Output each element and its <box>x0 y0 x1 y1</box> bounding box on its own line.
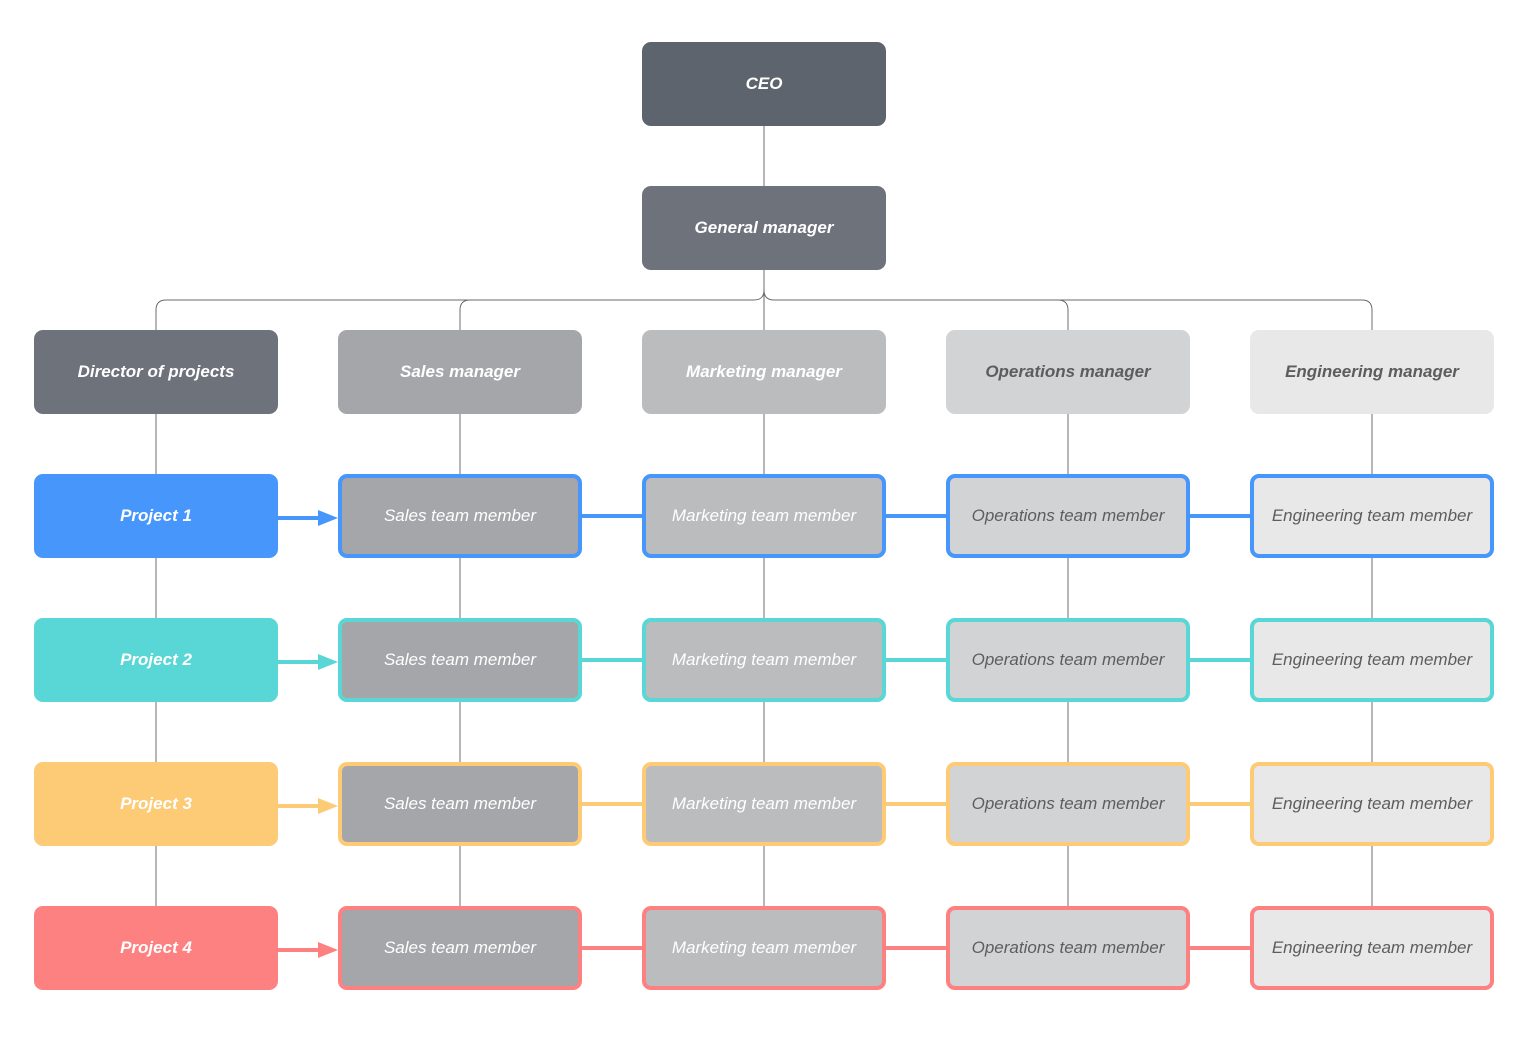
sales-manager-node[interactable]: Sales manager <box>338 330 582 414</box>
manager-label: Engineering manager <box>1285 362 1459 381</box>
project-4-node[interactable]: Project 4 <box>34 906 278 990</box>
project-3-node[interactable]: Project 3 <box>34 762 278 846</box>
director-of-projects-node[interactable]: Director of projects <box>34 330 278 414</box>
project-label: Project 4 <box>120 938 192 957</box>
arrowhead-icon <box>318 510 338 526</box>
member-label: Sales team member <box>383 650 537 669</box>
gm-to-director-connector <box>155 289 765 330</box>
sales-team-member-node[interactable]: Sales team member <box>338 618 582 702</box>
operations-team-member-node[interactable]: Operations team member <box>946 618 1190 702</box>
member-label: Marketing team member <box>671 650 857 669</box>
project-label: Project 2 <box>120 650 192 669</box>
manager-label: Director of projects <box>77 362 235 381</box>
member-label: Engineering team member <box>1271 938 1473 957</box>
engineering-team-member-node[interactable]: Engineering team member <box>1250 906 1494 990</box>
general-manager-node[interactable]: General manager <box>642 186 886 270</box>
manager-label: Operations manager <box>985 362 1151 381</box>
member-label: Operations team member <box>971 650 1165 669</box>
gm-to-sales-connector <box>459 299 471 330</box>
ceo-node[interactable]: CEO <box>642 42 886 126</box>
manager-label: Marketing manager <box>686 362 842 381</box>
engineering-team-member-node[interactable]: Engineering team member <box>1250 618 1494 702</box>
marketing-manager-node[interactable]: Marketing manager <box>642 330 886 414</box>
operations-team-member-node[interactable]: Operations team member <box>946 762 1190 846</box>
member-label: Operations team member <box>971 506 1165 525</box>
arrowhead-icon <box>318 798 338 814</box>
engineering-team-member-node[interactable]: Engineering team member <box>1250 474 1494 558</box>
marketing-team-member-node[interactable]: Marketing team member <box>642 474 886 558</box>
marketing-team-member-node[interactable]: Marketing team member <box>642 762 886 846</box>
member-label: Marketing team member <box>671 506 857 525</box>
member-label: Marketing team member <box>671 794 857 813</box>
sales-team-member-node[interactable]: Sales team member <box>338 906 582 990</box>
marketing-team-member-node[interactable]: Marketing team member <box>642 618 886 702</box>
sales-team-member-node[interactable]: Sales team member <box>338 762 582 846</box>
general-manager-label: General manager <box>694 218 834 237</box>
gm-to-operations-connector <box>1057 299 1069 330</box>
member-label: Marketing team member <box>671 938 857 957</box>
member-label: Sales team member <box>383 938 537 957</box>
member-label: Engineering team member <box>1271 506 1473 525</box>
member-label: Operations team member <box>971 938 1165 957</box>
member-label: Sales team member <box>383 794 537 813</box>
member-label: Engineering team member <box>1271 650 1473 669</box>
member-label: Engineering team member <box>1271 794 1473 813</box>
member-label: Operations team member <box>971 794 1165 813</box>
ceo-label: CEO <box>745 74 783 93</box>
operations-team-member-node[interactable]: Operations team member <box>946 906 1190 990</box>
project-1-node[interactable]: Project 1 <box>34 474 278 558</box>
operations-manager-node[interactable]: Operations manager <box>946 330 1190 414</box>
engineering-manager-node[interactable]: Engineering manager <box>1250 330 1494 414</box>
engineering-team-member-node[interactable]: Engineering team member <box>1250 762 1494 846</box>
arrowhead-icon <box>318 654 338 670</box>
sales-team-member-node[interactable]: Sales team member <box>338 474 582 558</box>
project-2-node[interactable]: Project 2 <box>34 618 278 702</box>
arrowhead-icon <box>318 942 338 958</box>
project-label: Project 1 <box>120 506 192 525</box>
marketing-team-member-node[interactable]: Marketing team member <box>642 906 886 990</box>
gm-to-engineering-connector <box>763 289 1373 330</box>
operations-team-member-node[interactable]: Operations team member <box>946 474 1190 558</box>
manager-label: Sales manager <box>399 362 520 381</box>
member-label: Sales team member <box>383 506 537 525</box>
project-label: Project 3 <box>120 794 192 813</box>
